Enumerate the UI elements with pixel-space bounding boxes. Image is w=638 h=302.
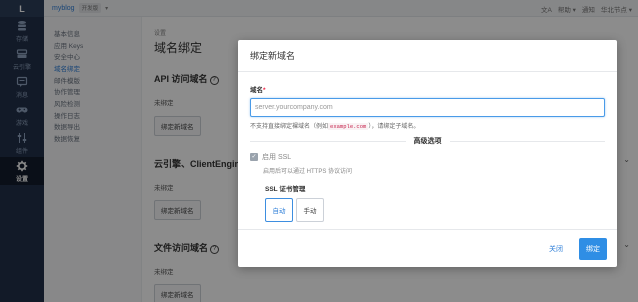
cert-manual-button[interactable]: 手动 <box>296 198 324 222</box>
ssl-checkbox[interactable]: ✓ <box>250 153 258 161</box>
bind-domain-dialog: 绑定新域名 域名* 不支持直接绑定裸域名（例如example.com），请绑定子… <box>238 40 617 267</box>
domain-hint: 不支持直接绑定裸域名（例如 example.com ），请绑定子域名。 <box>250 121 605 130</box>
bind-button[interactable]: 绑定 <box>579 237 607 260</box>
domain-input[interactable] <box>250 98 605 117</box>
advanced-options-title: 高级选项 <box>413 138 442 145</box>
hint-example-code: example.com <box>328 123 369 130</box>
ssl-option[interactable]: ✓ 启用 SSL <box>250 152 605 162</box>
ssl-hint: 启用后可以通过 HTTPS 协议访问 <box>263 169 353 175</box>
close-button[interactable]: 关闭 <box>543 240 569 258</box>
cert-mode-toggle: 自动 手动 <box>265 198 605 222</box>
domain-label-text: 域名 <box>250 87 263 94</box>
hint-text: 不支持直接绑定裸域名（例如 <box>250 124 329 130</box>
ssl-cert-title: SSL 证书管理 <box>265 186 306 193</box>
ssl-label[interactable]: 启用 SSL <box>262 152 291 162</box>
hint-text: ），请绑定子域名。 <box>368 124 420 130</box>
dialog-header: 绑定新域名 <box>238 40 617 72</box>
advanced-options-divider: 高级选项 <box>250 136 605 146</box>
dialog-title: 绑定新域名 <box>250 51 296 61</box>
required-mark: * <box>263 87 266 94</box>
domain-field-label: 域名* <box>250 84 605 94</box>
cert-auto-button[interactable]: 自动 <box>265 198 293 222</box>
dialog-body: 域名* 不支持直接绑定裸域名（例如example.com），请绑定子域名。 高级… <box>238 72 617 222</box>
dialog-footer: 关闭 绑定 <box>238 229 617 267</box>
